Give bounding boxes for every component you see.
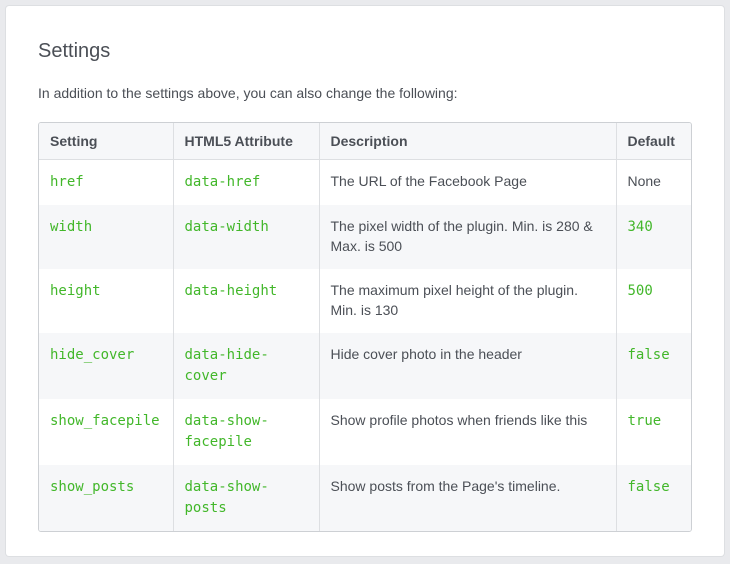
cell-description: The pixel width of the plugin. Min. is 2…	[319, 205, 617, 269]
cell-attribute: data-hide-cover	[173, 333, 320, 399]
cell-setting: width	[39, 205, 174, 269]
cell-setting: href	[39, 159, 174, 205]
attribute-name: data-width	[184, 219, 269, 235]
cell-setting: hide_cover	[39, 333, 174, 399]
cell-default: true	[616, 399, 691, 465]
table-row: width data-width The pixel width of the …	[39, 205, 691, 269]
cell-description: The maximum pixel height of the plugin. …	[319, 269, 617, 333]
settings-table: Setting HTML5 Attribute Description Defa…	[39, 123, 691, 531]
intro-text: In addition to the settings above, you c…	[38, 85, 458, 101]
cell-default: false	[616, 333, 691, 399]
table-row: show_posts data-show-posts Show posts fr…	[39, 465, 691, 531]
header-attribute: HTML5 Attribute	[173, 123, 320, 160]
default-value: true	[627, 413, 662, 429]
page-title: Settings	[38, 40, 111, 62]
table-row: hide_cover data-hide-cover Hide cover ph…	[39, 333, 691, 399]
setting-name: height	[50, 283, 101, 299]
settings-table-container: Setting HTML5 Attribute Description Defa…	[38, 122, 692, 532]
header-default: Default	[616, 123, 691, 160]
cell-description: Show posts from the Page's timeline.	[319, 465, 617, 531]
setting-name: hide_cover	[50, 347, 135, 363]
cell-attribute: data-show-posts	[173, 465, 320, 531]
cell-setting: height	[39, 269, 174, 333]
attribute-name: data-show-facepile	[184, 413, 269, 450]
default-value: None	[627, 173, 661, 189]
default-value: 500	[627, 283, 653, 299]
setting-name: show_posts	[50, 479, 135, 495]
table-header-row: Setting HTML5 Attribute Description Defa…	[39, 123, 691, 160]
table-row: href data-href The URL of the Facebook P…	[39, 159, 691, 206]
cell-attribute: data-width	[173, 205, 320, 269]
cell-default: 340	[616, 205, 691, 269]
default-value: false	[627, 347, 670, 363]
attribute-name: data-show-posts	[184, 479, 269, 516]
cell-attribute: data-height	[173, 269, 320, 333]
cell-attribute: data-href	[173, 159, 320, 205]
cell-attribute: data-show-facepile	[173, 399, 320, 465]
attribute-name: data-height	[184, 283, 278, 299]
settings-card: Settings In addition to the settings abo…	[6, 6, 724, 556]
cell-description: The URL of the Facebook Page	[319, 159, 617, 205]
cell-default: None	[616, 160, 691, 206]
table-row: show_facepile data-show-facepile Show pr…	[39, 399, 691, 465]
cell-setting: show_posts	[39, 465, 174, 531]
table-row: height data-height The maximum pixel hei…	[39, 269, 691, 333]
setting-name: width	[50, 219, 93, 235]
cell-default: false	[616, 465, 691, 531]
setting-name: href	[50, 174, 84, 190]
header-setting: Setting	[39, 123, 174, 160]
default-value: 340	[627, 219, 653, 235]
cell-description: Show profile photos when friends like th…	[319, 399, 617, 465]
attribute-name: data-href	[184, 174, 261, 190]
header-description: Description	[319, 123, 617, 160]
setting-name: show_facepile	[50, 413, 160, 429]
cell-default: 500	[616, 269, 691, 333]
attribute-name: data-hide-cover	[184, 347, 269, 384]
default-value: false	[627, 479, 670, 495]
cell-setting: show_facepile	[39, 399, 174, 465]
cell-description: Hide cover photo in the header	[319, 333, 617, 399]
